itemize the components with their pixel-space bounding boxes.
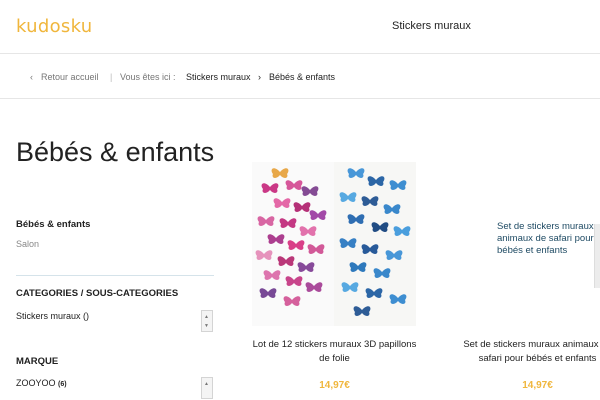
- categories-scrollbar[interactable]: ▲ ▼: [201, 310, 213, 332]
- active-category-label[interactable]: Bébés & enfants: [16, 219, 90, 230]
- breadcrumb-divider: |: [110, 72, 113, 82]
- breadcrumb-item-stickers-muraux[interactable]: Stickers muraux: [186, 72, 251, 82]
- product-image-butterflies[interactable]: [252, 162, 417, 326]
- nav-link-stickers-muraux[interactable]: Stickers muraux: [392, 20, 471, 32]
- category-filter-count: (): [83, 311, 90, 321]
- site-logo[interactable]: kudosku: [16, 16, 92, 37]
- scroll-down-icon[interactable]: ▼: [204, 323, 209, 329]
- site-header: kudosku Stickers muraux: [0, 0, 600, 54]
- butterflies-icon: [255, 168, 411, 316]
- brand-scrollbar[interactable]: ▲: [201, 377, 213, 399]
- breadcrumb-item-current: Bébés & enfants: [269, 72, 336, 82]
- category-filter-item[interactable]: Stickers muraux (): [16, 311, 89, 321]
- product-name-butterflies[interactable]: Lot de 12 stickers muraux 3D papillons d…: [252, 338, 417, 366]
- scroll-up-icon[interactable]: ▲: [204, 381, 209, 387]
- categories-heading: CATEGORIES / SOUS-CATEGORIES: [16, 288, 179, 299]
- scroll-up-icon[interactable]: ▲: [204, 314, 209, 320]
- product-price-butterflies: 14,97€: [319, 380, 350, 391]
- you-are-here-label: Vous êtes ici :: [120, 72, 176, 82]
- category-link-salon[interactable]: Salon: [16, 239, 39, 249]
- product-name-safari[interactable]: Set de stickers muraux animaux de safari…: [455, 338, 600, 366]
- sidebar-divider: [16, 275, 214, 276]
- chevron-right-icon: ›: [258, 72, 261, 82]
- product-image-safari-alt[interactable]: Set de stickers muraux animaux de safari…: [497, 221, 597, 257]
- brand-filter-label: ZOOYOO: [16, 378, 56, 388]
- brand-heading: MARQUE: [16, 356, 59, 367]
- breadcrumb: ‹ Retour accueil | Vous êtes ici : Stick…: [0, 55, 600, 99]
- page-title: Bébés & enfants: [16, 137, 215, 167]
- carousel-edge-scrollbar[interactable]: [594, 224, 600, 288]
- chevron-left-icon: ‹: [30, 72, 33, 82]
- back-home-link[interactable]: Retour accueil: [41, 72, 99, 82]
- brand-filter-count: (6): [58, 381, 67, 388]
- product-price-safari: 14,97€: [522, 380, 553, 391]
- brand-filter-item[interactable]: ZOOYOO (6): [16, 378, 67, 388]
- category-filter-label: Stickers muraux: [16, 311, 81, 321]
